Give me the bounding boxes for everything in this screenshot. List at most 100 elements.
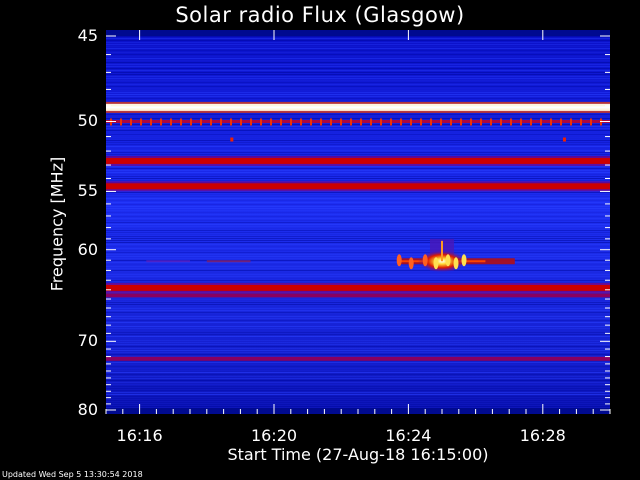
noise-line [106,82,610,83]
band-dot [220,118,222,126]
noise-line [106,38,610,39]
noise-line [106,386,610,387]
noise-line [106,42,610,43]
band-dot [380,118,382,126]
noise-line [106,44,610,45]
noise-line [106,364,610,365]
y-tick-label: 50 [77,111,98,131]
noise-line [106,148,610,149]
noise-line [106,74,610,75]
noise-line [106,150,610,151]
y-tick-label: 70 [77,331,98,351]
noise-line [106,216,610,217]
noise-line [106,126,610,127]
noise-line [106,208,610,209]
y-tick-label: 80 [77,400,98,419]
noise-line [106,378,610,379]
burst-spike [396,254,402,267]
noise-line [106,380,610,381]
noise-line [106,66,610,67]
noise-line [106,176,610,177]
noise-line [106,154,610,155]
noise-line [106,152,610,153]
band-dot [150,118,152,126]
band-72.3mhz [106,356,610,361]
noise-line [106,180,610,181]
noise-line [106,174,610,175]
noise-line [106,404,610,405]
y-tick-label: 45 [77,26,98,45]
noise-line [106,392,610,393]
noise-line [106,94,610,95]
noise-line [106,324,610,325]
noise-line [106,72,610,73]
noise-line [106,116,610,117]
noise-line [106,92,610,93]
band-dot [320,118,322,126]
noise-line [106,370,610,371]
noise-line [106,316,610,317]
band-dot [290,118,292,126]
band-dot [490,118,492,126]
band-dot [230,118,232,126]
band-dot [440,118,442,126]
y-tick-label: 60 [77,239,98,259]
noise-line [106,166,610,167]
x-axis-label: Start Time (27-Aug-18 16:15:00) [227,445,489,464]
noise-line [106,280,610,281]
noise-line [106,70,610,71]
noise-line [106,346,610,347]
band-dot [500,118,502,126]
noise-line [106,342,610,343]
y-axis-label: Frequency [MHz] [47,156,67,292]
noise-line [106,236,610,237]
noise-line [106,278,610,279]
x-tick-label: 16:20 [250,426,298,445]
noise-line [106,298,610,299]
noise-line [106,78,610,79]
band-63.8mhz [106,284,610,291]
noise-line [106,114,610,115]
noise-line [106,86,610,87]
burst-spike [408,257,414,270]
noise-line [106,382,610,383]
interference-dot [230,137,234,142]
band-dot [350,118,352,126]
noise-line [106,230,610,231]
band-dot [310,118,312,126]
noise-line [106,354,610,355]
noise-line [106,318,610,319]
noise-line [106,338,610,339]
noise-line [106,90,610,91]
noise-line [106,134,610,135]
band-dot [410,118,412,126]
noise-line [106,330,610,331]
noise-line [106,274,610,275]
noise-line [106,372,610,373]
band-dot [180,118,182,126]
noise-line [106,302,610,303]
noise-line [106,168,610,169]
noise-line [106,60,610,61]
band-54.6mhz [106,183,610,190]
noise-line [106,192,610,193]
band-52.7mhz [106,157,610,164]
noise-line [106,40,610,41]
noise-line [106,334,610,335]
band-dot [160,118,162,126]
noise-line [106,54,610,55]
noise-line [106,254,610,255]
noise-line [106,304,610,305]
noise-line [106,98,610,99]
noise-line [106,228,610,229]
band-dot [120,118,122,126]
band-dot [250,118,252,126]
noise-line [106,398,610,399]
band-dot [450,118,452,126]
noise-line [106,48,610,49]
noise-line [106,76,610,77]
noise-line [106,264,610,265]
noise-line [106,96,610,97]
noise-line [106,62,610,63]
burst-spike [433,257,439,270]
